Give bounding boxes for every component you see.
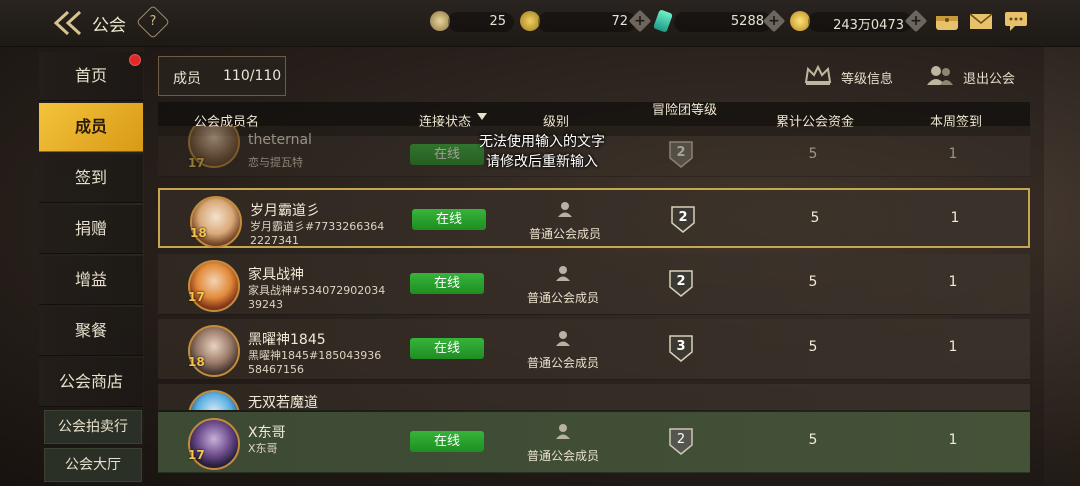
c-coin-icon: [520, 11, 540, 31]
online-badge: 在线: [410, 431, 484, 452]
member-name: 家具战神: [248, 267, 304, 283]
sun-medal-icon: [430, 11, 450, 31]
avatar: [188, 390, 240, 410]
member-rank-icon: [556, 200, 574, 218]
adventure-level-badge: 2: [668, 427, 694, 455]
sidebar-item-hall[interactable]: 公会大厅: [44, 448, 142, 482]
member-count-box: 成员 110/110: [158, 56, 286, 96]
member-rank: 普通公会成员: [526, 449, 599, 463]
gold-coin-icon: [790, 11, 810, 31]
member-rank-icon: [554, 422, 572, 440]
sidebar-item-dinner[interactable]: 聚餐: [39, 307, 143, 356]
avatar: [188, 325, 240, 377]
table-row[interactable]: 无双若魔道: [158, 384, 1030, 411]
add-crystal-button[interactable]: +: [762, 9, 786, 33]
member-id: 家具战神#53407290203439243: [248, 284, 386, 311]
error-toast: 无法使用输入的文字 请修改后重新输入: [479, 134, 605, 170]
adventure-level-badge: 3: [668, 334, 694, 362]
avatar: [190, 196, 242, 248]
member-rank-icon: [554, 329, 572, 347]
online-badge: 在线: [410, 338, 484, 359]
adventure-level-badge: 2: [668, 269, 694, 297]
people-icon: [925, 64, 955, 86]
sidebar-item-buff[interactable]: 增益: [39, 256, 143, 305]
sidebar-item-signin[interactable]: 签到: [39, 154, 143, 203]
chat-icon[interactable]: [1003, 10, 1029, 32]
resource-crystal: 5288: [674, 12, 772, 32]
member-rank-icon: [554, 264, 572, 282]
adventure-level-badge: 2: [670, 205, 696, 233]
member-name: 无双若魔道: [248, 395, 318, 411]
header-adventure-level: 冒险团等级: [652, 103, 718, 118]
page-title: 公会: [92, 16, 126, 36]
sidebar-item-donate[interactable]: 捐赠: [39, 205, 143, 254]
member-rank: 普通公会成员: [526, 356, 599, 370]
help-icon[interactable]: ?: [136, 5, 170, 39]
green-crystal-icon: [653, 9, 673, 33]
member-name: 黑曜神1845: [248, 332, 326, 348]
table-row-selected[interactable]: 18 岁月霸道彡 岁月霸道彡#77332663642227341 在线 普通公会…: [158, 188, 1030, 248]
member-id: X东哥: [248, 442, 278, 455]
chest-icon[interactable]: [934, 10, 960, 32]
table-row[interactable]: 17 家具战神 家具战神#53407290203439243 在线 普通公会成员…: [158, 254, 1030, 315]
table-row-self[interactable]: 17 X东哥 X东哥 在线 普通公会成员 2 5 1: [158, 412, 1030, 473]
avatar: [188, 418, 240, 470]
table-row[interactable]: 18 黑曜神1845 黑曜神1845#18504393658467156 在线 …: [158, 319, 1030, 380]
member-id: 岁月霸道彡#77332663642227341: [250, 220, 385, 247]
member-name: theternal: [248, 132, 312, 148]
online-badge: 在线: [412, 209, 486, 230]
mail-icon[interactable]: [968, 10, 994, 32]
avatar: [188, 260, 240, 312]
crown-icon: [803, 64, 833, 86]
resource-gold: 243万0473: [808, 12, 912, 33]
back-arrow-icon[interactable]: [52, 10, 86, 36]
online-badge: 在线: [410, 273, 484, 294]
sidebar-item-auction[interactable]: 公会拍卖行: [44, 410, 142, 444]
sidebar-item-home[interactable]: 首页: [39, 52, 143, 101]
add-c-button[interactable]: +: [628, 9, 652, 33]
sidebar-item-members[interactable]: 成员: [39, 103, 143, 152]
resource-stamina: 25: [448, 12, 514, 32]
sort-down-icon[interactable]: [477, 113, 487, 120]
top-bar: 公会 ? 25 72 + 5288 + 243万0473 +: [0, 0, 1080, 47]
member-id: 恋与提瓦特: [248, 156, 303, 169]
member-name: X东哥: [248, 425, 286, 441]
resource-c: 72: [538, 12, 636, 32]
add-gold-button[interactable]: +: [904, 9, 928, 33]
member-rank: 普通公会成员: [526, 291, 599, 305]
notification-dot: [129, 54, 141, 66]
member-id: 黑曜神1845#18504393658467156: [248, 349, 382, 376]
sidebar-item-shop[interactable]: 公会商店: [39, 358, 143, 407]
member-name: 岁月霸道彡: [250, 203, 320, 219]
member-rank: 普通公会成员: [528, 227, 601, 241]
